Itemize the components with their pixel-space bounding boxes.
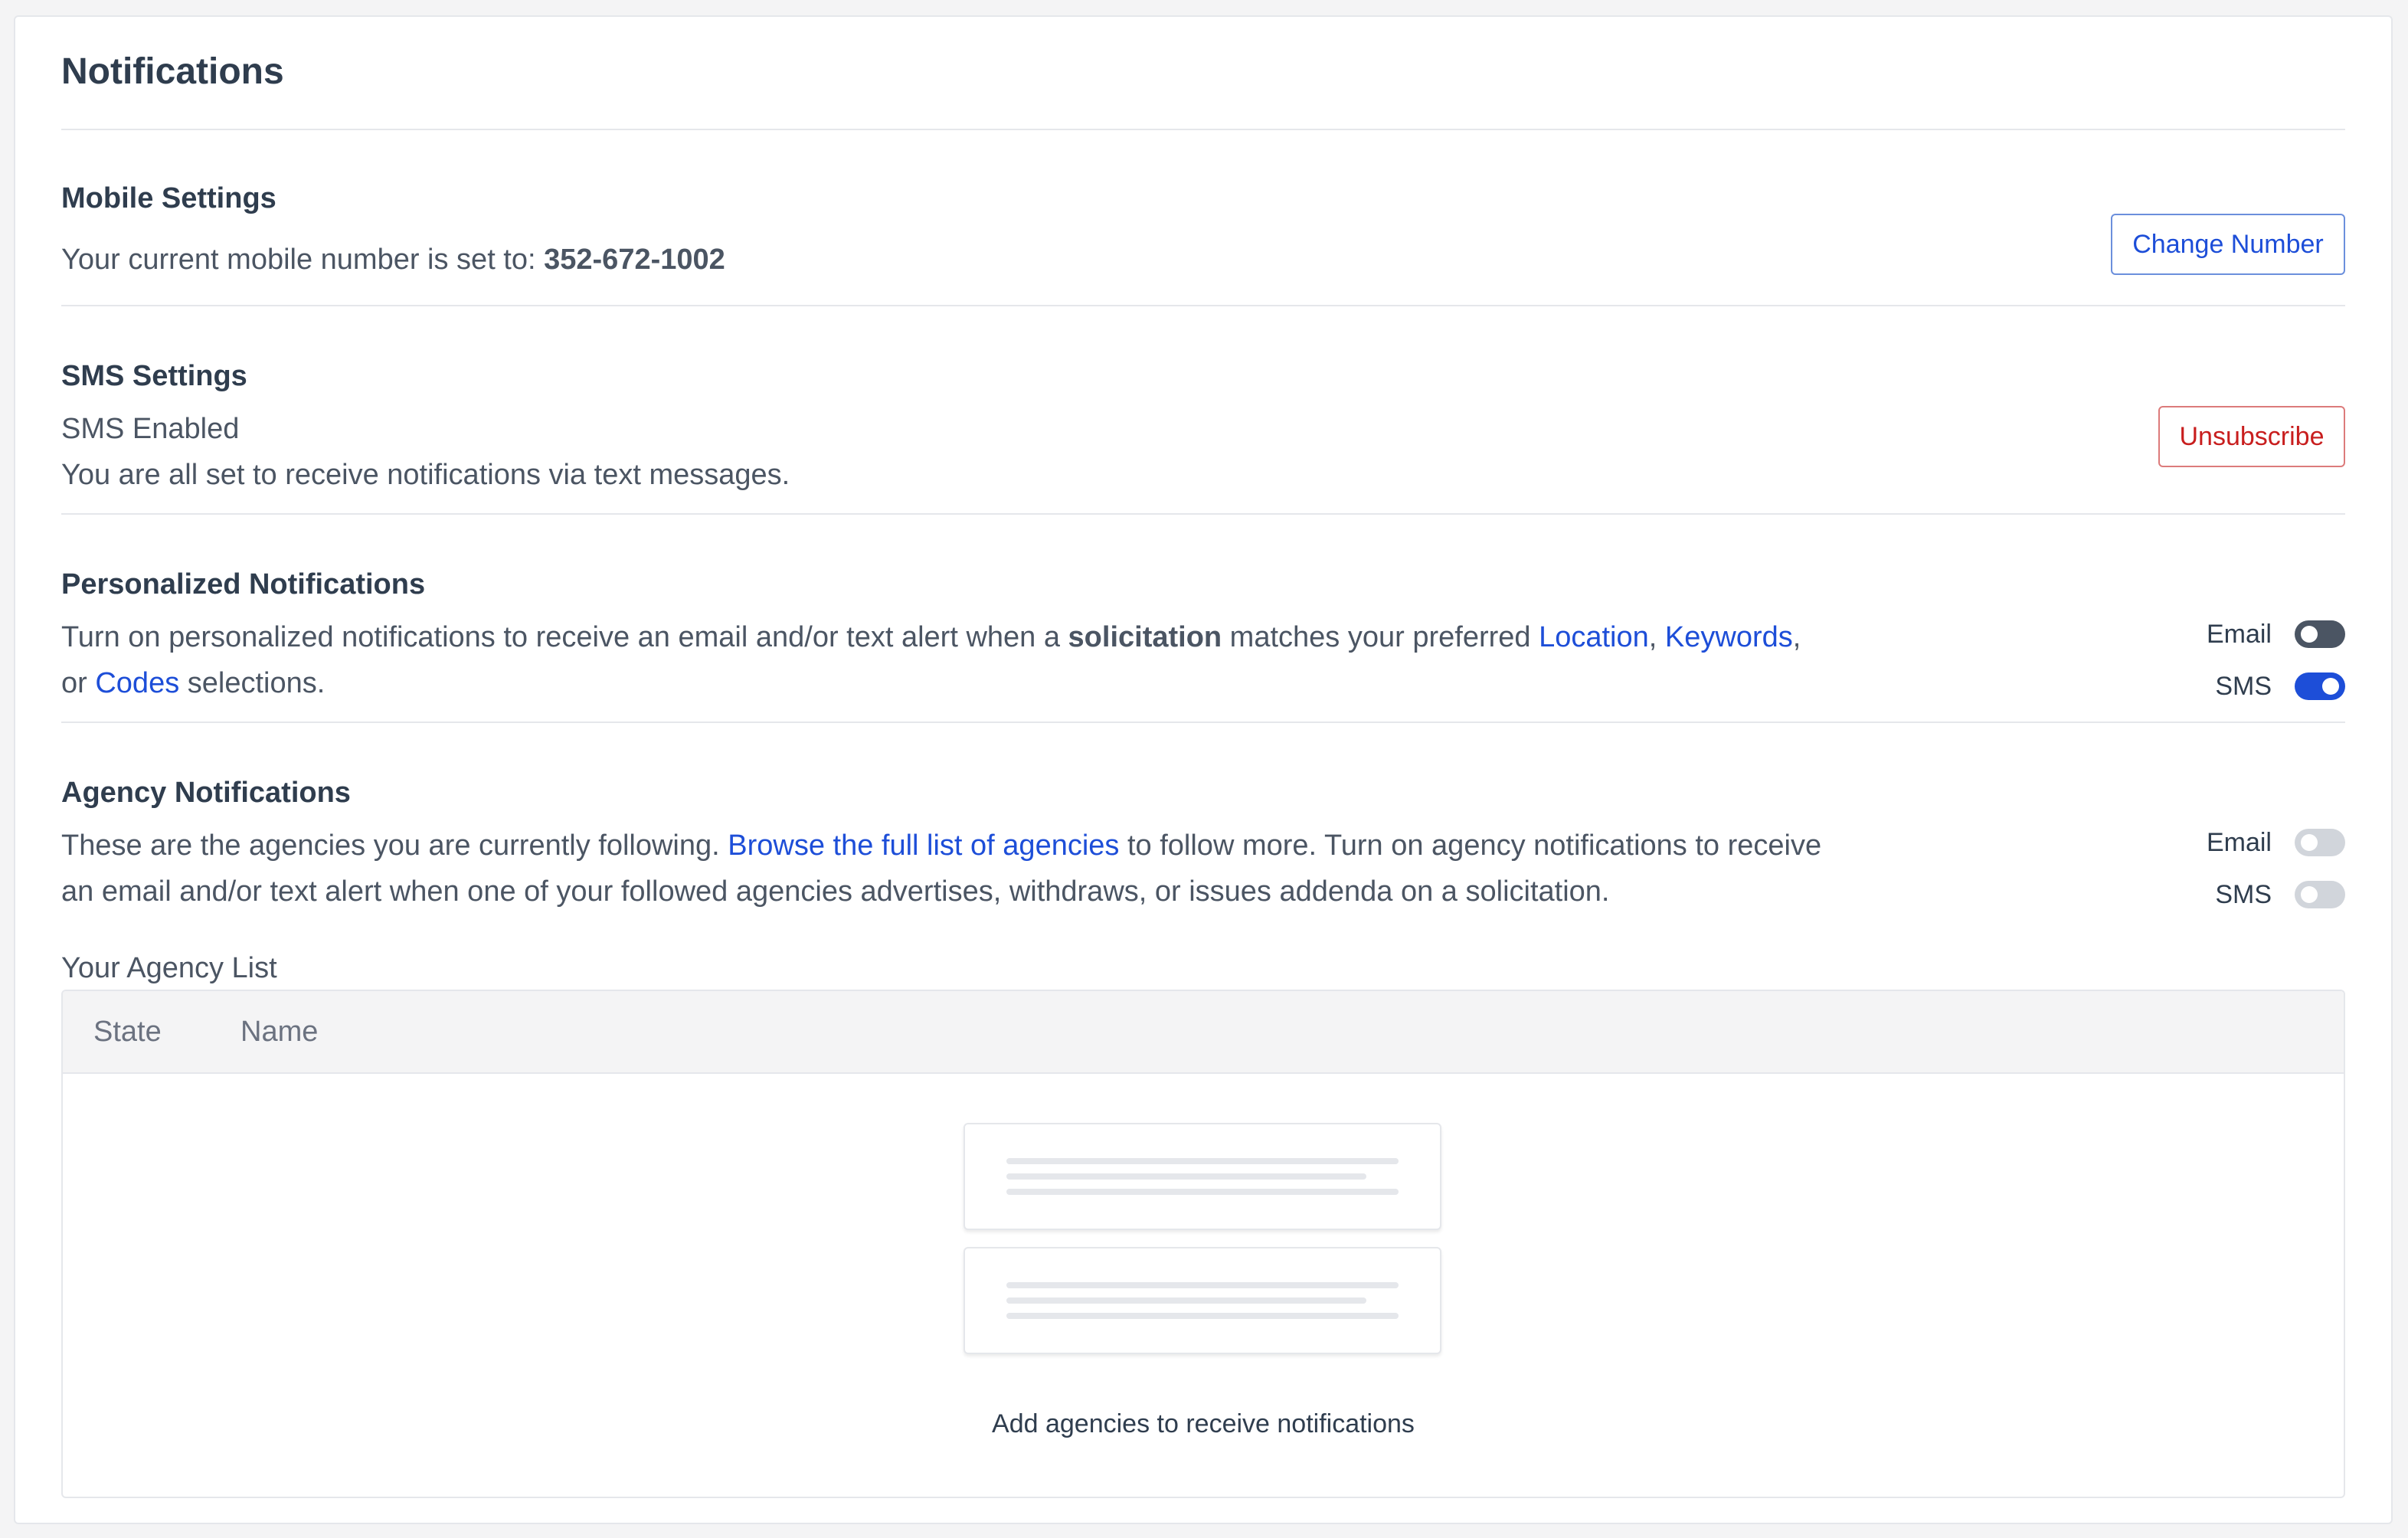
divider bbox=[61, 305, 2345, 306]
personalized-notifications-title: Personalized Notifications bbox=[61, 568, 426, 600]
personalized-description-line-1: Turn on personalized notifications to re… bbox=[61, 614, 1801, 660]
personalized-text-4: selections. bbox=[179, 667, 326, 699]
personalized-email-toggle[interactable] bbox=[2295, 620, 2345, 648]
personalized-email-label: Email bbox=[2206, 619, 2272, 649]
personalized-sms-label: SMS bbox=[2215, 671, 2272, 701]
personalized-email-toggle-row: Email bbox=[2207, 617, 2345, 651]
personalized-text-3: or bbox=[61, 667, 96, 699]
personalized-sms-toggle[interactable] bbox=[2295, 672, 2345, 700]
agency-notifications-title: Agency Notifications bbox=[61, 777, 351, 809]
mobile-settings-title: Mobile Settings bbox=[61, 182, 276, 214]
divider bbox=[61, 513, 2345, 515]
mobile-number-value: 352-672-1002 bbox=[544, 244, 725, 276]
toggle-knob bbox=[2301, 834, 2318, 851]
solicitation-bold: solicitation bbox=[1068, 621, 1222, 653]
personalized-text-1: Turn on personalized notifications to re… bbox=[61, 621, 1068, 653]
keywords-link[interactable]: Keywords bbox=[1665, 621, 1793, 653]
sms-status-text: SMS Enabled bbox=[61, 413, 240, 445]
agency-list-title: Your Agency List bbox=[61, 952, 277, 984]
empty-state-illustration-card bbox=[964, 1247, 1441, 1354]
personalized-sms-toggle-row: SMS bbox=[2215, 669, 2345, 703]
divider bbox=[61, 129, 2345, 130]
empty-state-illustration-card bbox=[964, 1123, 1441, 1230]
change-number-button[interactable]: Change Number bbox=[2111, 214, 2345, 275]
agency-description-line-2: an email and/or text alert when one of y… bbox=[61, 875, 1610, 908]
separator: , bbox=[1792, 621, 1801, 653]
agency-email-toggle[interactable] bbox=[2295, 829, 2345, 856]
column-header-name[interactable]: Name bbox=[240, 991, 318, 1072]
personalized-text-2: matches your preferred bbox=[1222, 621, 1539, 653]
agency-email-toggle-row: Email bbox=[2207, 826, 2345, 859]
table-header: State Name bbox=[63, 991, 2344, 1074]
sms-description-text: You are all set to receive notifications… bbox=[61, 459, 790, 491]
personalized-description-line-2: or Codes selections. bbox=[61, 660, 325, 706]
divider bbox=[61, 722, 2345, 723]
notifications-card: Notifications Mobile Settings Your curre… bbox=[14, 15, 2393, 1524]
column-header-state[interactable]: State bbox=[93, 991, 162, 1072]
agency-email-label: Email bbox=[2206, 827, 2272, 857]
agency-text-2: to follow more. Turn on agency notificat… bbox=[1119, 830, 1822, 862]
agency-description-line-1: These are the agencies you are currently… bbox=[61, 823, 1821, 869]
placeholder-line bbox=[1006, 1173, 1366, 1180]
placeholder-line bbox=[1006, 1158, 1399, 1164]
toggle-knob bbox=[2322, 678, 2339, 695]
toggle-knob bbox=[2301, 626, 2318, 643]
placeholder-line bbox=[1006, 1282, 1399, 1288]
agency-sms-label: SMS bbox=[2215, 879, 2272, 909]
placeholder-line bbox=[1006, 1297, 1366, 1304]
browse-agencies-link[interactable]: Browse the full list of agencies bbox=[728, 830, 1119, 862]
sms-settings-title: SMS Settings bbox=[61, 360, 247, 392]
unsubscribe-button[interactable]: Unsubscribe bbox=[2158, 406, 2345, 467]
separator: , bbox=[1648, 621, 1665, 653]
mobile-number-prefix: Your current mobile number is set to: bbox=[61, 244, 545, 276]
agency-sms-toggle[interactable] bbox=[2295, 881, 2345, 908]
placeholder-line bbox=[1006, 1313, 1399, 1319]
agency-sms-toggle-row: SMS bbox=[2215, 878, 2345, 911]
toggle-knob bbox=[2301, 886, 2318, 903]
empty-state-message: Add agencies to receive notifications bbox=[992, 1409, 1415, 1438]
agency-text-1: These are the agencies you are currently… bbox=[61, 830, 728, 862]
agency-list-table: State Name Add agencies to receive notif… bbox=[61, 990, 2345, 1498]
codes-link[interactable]: Codes bbox=[95, 667, 179, 699]
mobile-number-text: Your current mobile number is set to: 35… bbox=[61, 237, 725, 283]
page-title: Notifications bbox=[61, 51, 284, 92]
location-link[interactable]: Location bbox=[1539, 621, 1649, 653]
card-content: Notifications Mobile Settings Your curre… bbox=[61, 17, 2345, 1523]
placeholder-line bbox=[1006, 1189, 1399, 1195]
